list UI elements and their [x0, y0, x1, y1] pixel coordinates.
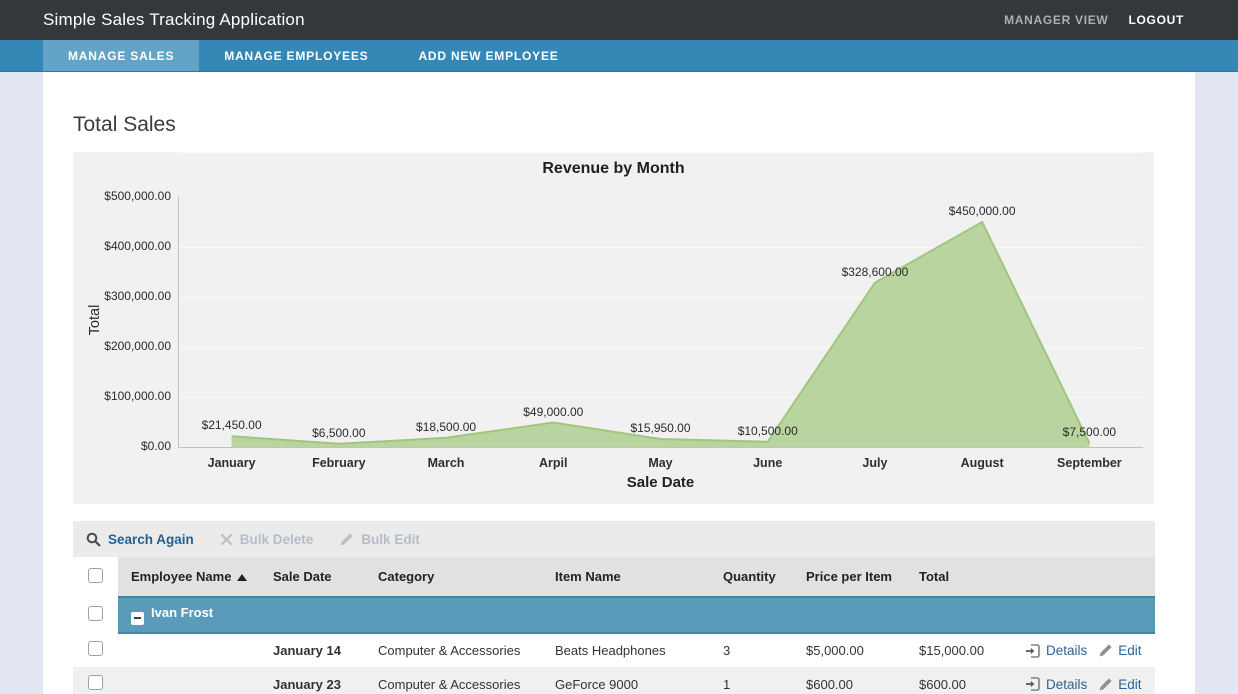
x-tick-label: July: [821, 456, 928, 470]
grid-toolbar: Search Again Bulk Delete Bulk Edit: [73, 521, 1155, 557]
column-header-price-per-item[interactable]: Price per Item: [796, 557, 909, 597]
chart-point-label: $18,500.00: [416, 420, 476, 434]
chart-point-label: $49,000.00: [523, 405, 583, 419]
x-tick-label: June: [714, 456, 821, 470]
price-per-item-cell: $600.00: [796, 667, 909, 694]
sales-table: Employee Name Sale Date Category Item Na…: [73, 557, 1155, 694]
chart-point-label: $15,950.00: [630, 421, 690, 435]
x-axis-title: Sale Date: [178, 474, 1143, 491]
category-cell: Computer & Accessories: [368, 633, 545, 667]
x-tick-label: February: [285, 456, 392, 470]
column-header-total[interactable]: Total: [909, 557, 1009, 597]
y-tick-label: $100,000.00: [73, 389, 171, 403]
column-header-employee-name[interactable]: Employee Name: [118, 557, 263, 597]
column-header-category[interactable]: Category: [368, 557, 545, 597]
item-name-cell: GeForce 9000: [545, 667, 713, 694]
bulk-edit-button[interactable]: Bulk Edit: [339, 532, 420, 547]
details-icon: [1025, 643, 1041, 659]
content-card: Total Sales Revenue by Month $500,000.00…: [43, 72, 1195, 694]
row-checkbox[interactable]: [88, 641, 103, 656]
search-icon: [86, 532, 101, 547]
manager-view-button[interactable]: MANAGER VIEW: [1004, 13, 1108, 27]
details-icon: [1025, 676, 1041, 692]
pencil-icon: [1098, 643, 1113, 658]
y-tick-label: $400,000.00: [73, 239, 171, 253]
header-right: MANAGER VIEW LOGOUT: [1004, 13, 1184, 27]
sale-date-cell: January 23: [263, 667, 368, 694]
x-tick-label: August: [929, 456, 1036, 470]
nav-bar: MANAGE SALES MANAGE EMPLOYEES ADD NEW EM…: [0, 40, 1238, 72]
app-header: Simple Sales Tracking Application MANAGE…: [0, 0, 1238, 40]
x-tick-label: January: [178, 456, 285, 470]
details-link[interactable]: Details: [1046, 643, 1087, 658]
collapse-group-icon[interactable]: [131, 612, 144, 625]
select-all-checkbox[interactable]: [88, 568, 103, 583]
y-tick-label: $500,000.00: [73, 189, 171, 203]
x-axis-line: [178, 447, 1143, 448]
group-header-cell[interactable]: Ivan Frost: [118, 597, 1155, 633]
pencil-icon: [1098, 677, 1113, 692]
quantity-cell: 3: [713, 633, 796, 667]
category-cell: Computer & Accessories: [368, 667, 545, 694]
search-again-label: Search Again: [108, 532, 194, 547]
quantity-cell: 1: [713, 667, 796, 694]
column-header-sale-date[interactable]: Sale Date: [263, 557, 368, 597]
chart-point-label: $10,500.00: [738, 424, 798, 438]
x-tick-label: September: [1036, 456, 1143, 470]
bulk-edit-label: Bulk Edit: [361, 532, 420, 547]
revenue-area-svg: [178, 197, 1143, 447]
table-row: January 23 Computer & Accessories GeForc…: [73, 667, 1155, 694]
price-per-item-cell: $5,000.00: [796, 633, 909, 667]
tab-add-new-employee[interactable]: ADD NEW EMPLOYEE: [393, 40, 583, 71]
item-name-cell: Beats Headphones: [545, 633, 713, 667]
x-tick-label: May: [607, 456, 714, 470]
x-tick-row: January February March Arpil May June Ju…: [178, 456, 1143, 470]
edit-link[interactable]: Edit: [1118, 643, 1141, 658]
employee-name-cell: [118, 633, 263, 667]
chart-point-label: $328,600.00: [842, 265, 909, 279]
x-tick-label: Arpil: [500, 456, 607, 470]
chart-point-label: $7,500.00: [1063, 425, 1116, 439]
sale-date-cell: January 14: [263, 633, 368, 667]
employee-name-cell: [118, 667, 263, 694]
total-cell: $600.00: [909, 667, 1009, 694]
y-axis-title: Total: [87, 300, 103, 340]
revenue-chart: Revenue by Month $500,000.00 $400,000.00…: [73, 152, 1154, 504]
x-tick-label: March: [392, 456, 499, 470]
column-header-quantity[interactable]: Quantity: [713, 557, 796, 597]
row-checkbox[interactable]: [88, 675, 103, 690]
search-again-button[interactable]: Search Again: [86, 532, 194, 547]
chart-point-label: $450,000.00: [949, 204, 1016, 218]
total-cell: $15,000.00: [909, 633, 1009, 667]
gridline: [178, 152, 1143, 153]
x-icon: [220, 533, 233, 546]
revenue-area-fill: [232, 222, 1090, 447]
group-row-ivan-frost: Ivan Frost: [73, 597, 1155, 633]
page-title: Total Sales: [43, 72, 1195, 138]
logout-button[interactable]: LOGOUT: [1128, 13, 1184, 27]
table-header-row: Employee Name Sale Date Category Item Na…: [73, 557, 1155, 597]
tab-manage-employees[interactable]: MANAGE EMPLOYEES: [199, 40, 393, 71]
tab-manage-sales[interactable]: MANAGE SALES: [43, 40, 199, 71]
chart-title: Revenue by Month: [73, 160, 1154, 178]
bulk-delete-button[interactable]: Bulk Delete: [220, 532, 314, 547]
group-header-label: Ivan Frost: [151, 605, 213, 620]
pencil-icon: [339, 532, 354, 547]
y-tick-label: $0.00: [73, 439, 171, 453]
details-link[interactable]: Details: [1046, 677, 1087, 692]
chart-point-label: $6,500.00: [312, 426, 365, 440]
group-checkbox[interactable]: [88, 606, 103, 621]
bulk-delete-label: Bulk Delete: [240, 532, 314, 547]
y-tick-label: $200,000.00: [73, 339, 171, 353]
app-title: Simple Sales Tracking Application: [43, 10, 305, 30]
sort-ascending-icon: [237, 574, 247, 581]
table-row: January 14 Computer & Accessories Beats …: [73, 633, 1155, 667]
sales-grid: Search Again Bulk Delete Bulk Edit: [73, 521, 1155, 694]
column-header-item-name[interactable]: Item Name: [545, 557, 713, 597]
edit-link[interactable]: Edit: [1118, 677, 1141, 692]
chart-point-label: $21,450.00: [202, 418, 262, 432]
